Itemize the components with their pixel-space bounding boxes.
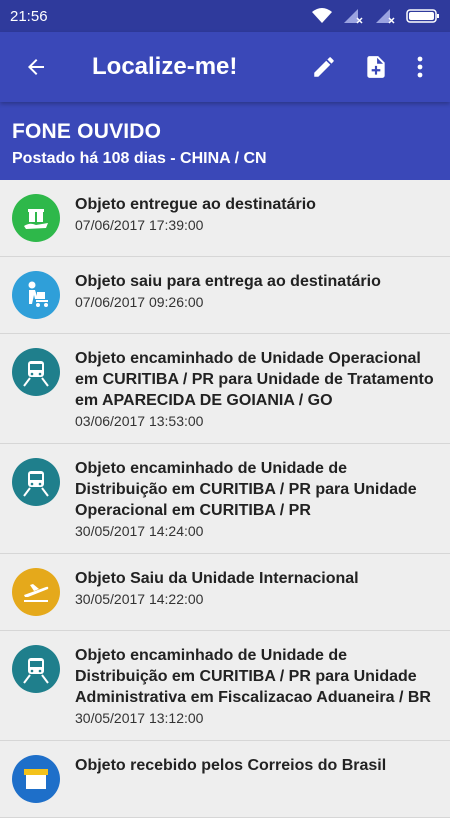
event-description: Objeto recebido pelos Correios do Brasil — [75, 757, 387, 774]
package-header: FONE OUVIDO Postado há 108 dias - CHINA … — [0, 102, 450, 180]
signal-icon — [344, 9, 363, 24]
truck-icon — [12, 645, 60, 693]
app-bar: Localize-me! — [0, 32, 450, 102]
list-item[interactable]: Objeto Saiu da Unidade Internacional 30/… — [0, 554, 450, 631]
truck-icon — [12, 348, 60, 396]
edit-button[interactable] — [298, 43, 350, 91]
more-options-button[interactable] — [402, 43, 438, 91]
tracking-events-list: Objeto entregue ao destinatário 07/06/20… — [0, 180, 450, 818]
event-date: 30/05/2017 14:24:00 — [75, 523, 204, 539]
truck-icon — [12, 458, 60, 506]
event-description: Objeto saiu para entrega ao destinatário — [75, 273, 381, 290]
event-date: 07/06/2017 17:39:00 — [75, 217, 204, 233]
list-item[interactable]: Objeto encaminhado de Unidade de Distrib… — [0, 631, 450, 741]
status-icons — [312, 8, 440, 24]
signal-icon-2 — [376, 9, 395, 24]
post-office-icon — [12, 755, 60, 803]
event-date: 07/06/2017 09:26:00 — [75, 294, 204, 310]
pencil-icon — [314, 57, 334, 77]
status-bar: 21:56 — [0, 0, 450, 32]
new-document-button[interactable] — [350, 43, 402, 91]
list-item[interactable]: Objeto encaminhado de Unidade Operaciona… — [0, 334, 450, 444]
event-description: Objeto encaminhado de Unidade de Distrib… — [75, 647, 431, 706]
airplane-icon — [12, 568, 60, 616]
event-date: 30/05/2017 13:12:00 — [75, 710, 204, 726]
wifi-icon — [312, 8, 332, 23]
event-date: 03/06/2017 13:53:00 — [75, 413, 204, 429]
event-description: Objeto entregue ao destinatário — [75, 196, 316, 213]
back-button[interactable] — [12, 43, 60, 91]
arrow-back-icon — [28, 59, 44, 75]
more-vert-icon — [417, 56, 423, 78]
package-subtitle: Postado há 108 dias - CHINA / CN — [12, 150, 267, 167]
package-name: FONE OUVIDO — [12, 120, 162, 143]
list-item[interactable]: Objeto encaminhado de Unidade de Distrib… — [0, 444, 450, 554]
status-time: 21:56 — [10, 7, 48, 25]
app-title: Localize-me! — [92, 53, 238, 80]
battery-icon — [406, 9, 439, 23]
list-item[interactable]: Objeto recebido pelos Correios do Brasil — [0, 741, 450, 818]
list-item[interactable]: Objeto entregue ao destinatário 07/06/20… — [0, 180, 450, 257]
delivery-person-icon — [12, 271, 60, 319]
event-description: Objeto Saiu da Unidade Internacional — [75, 570, 359, 587]
event-description: Objeto encaminhado de Unidade Operaciona… — [75, 350, 434, 409]
note-add-icon — [367, 56, 385, 78]
list-item[interactable]: Objeto saiu para entrega ao destinatário… — [0, 257, 450, 334]
event-date: 30/05/2017 14:22:00 — [75, 591, 204, 607]
event-description: Objeto encaminhado de Unidade de Distrib… — [75, 460, 417, 519]
gift-delivered-icon — [12, 194, 60, 242]
